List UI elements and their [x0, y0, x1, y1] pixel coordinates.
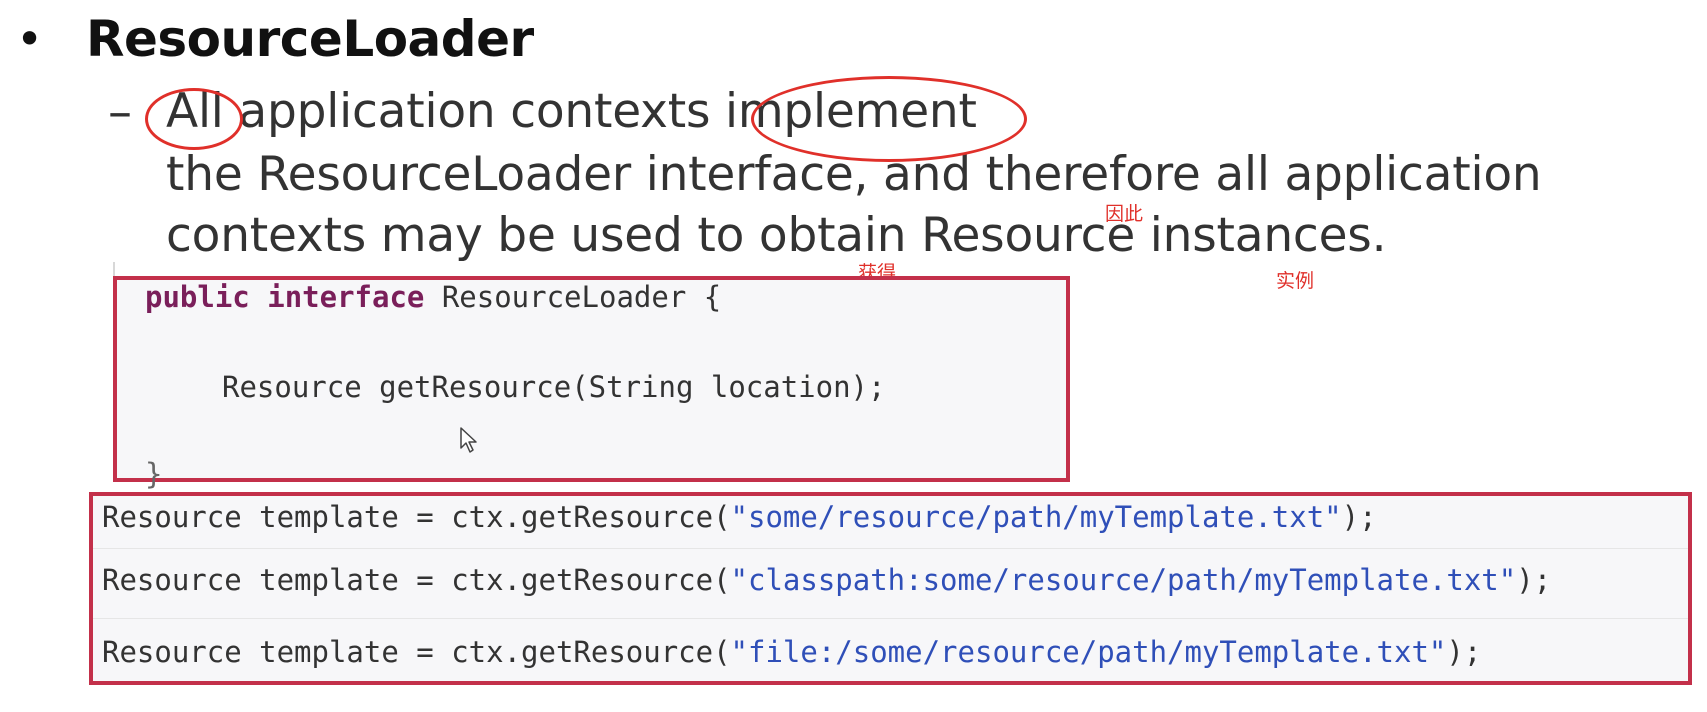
annotation-circle-all [145, 88, 243, 150]
code-row-3: Resource template = ctx.getResource("fil… [102, 634, 1481, 670]
code-row-2: Resource template = ctx.getResource("cla… [102, 562, 1551, 598]
keyword-interface: interface [267, 280, 425, 314]
annotation-circle-implement [751, 76, 1027, 162]
code-method-signature: Resource getResource(String location); [222, 370, 886, 404]
bullet-marker: • [16, 12, 44, 66]
code-suffix: ); [1446, 635, 1482, 669]
code-prefix: Resource template = ctx.getResource( [102, 635, 731, 669]
row-divider [93, 618, 1688, 619]
code-interface-declaration: public interface ResourceLoader { [145, 279, 721, 315]
code-row-1: Resource template = ctx.getResource("som… [102, 499, 1377, 535]
keyword-public: public [145, 280, 250, 314]
text-line-1-middle: application contexts [223, 84, 725, 139]
interface-name: ResourceLoader { [441, 280, 722, 314]
string-literal: "file:/some/resource/path/myTemplate.txt… [730, 635, 1447, 669]
row-divider [93, 548, 1688, 549]
code-box-edge [113, 262, 115, 276]
code-suffix: ); [1341, 500, 1377, 534]
string-literal: "some/resource/path/myTemplate.txt" [730, 500, 1342, 534]
text-line-3: contexts may be used to obtain Resource … [166, 208, 1387, 263]
annotation-therefore: 因此 [1105, 203, 1144, 225]
code-closing-brace: } [145, 457, 163, 491]
slide-heading: ResourceLoader [86, 10, 534, 68]
string-literal: "classpath:some/resource/path/myTemplate… [730, 563, 1517, 597]
code-prefix: Resource template = ctx.getResource( [102, 500, 731, 534]
sub-bullet-dash: – [108, 84, 132, 140]
mouse-pointer-icon [460, 427, 477, 453]
code-suffix: ); [1516, 563, 1552, 597]
annotation-instances: 实例 [1276, 270, 1315, 292]
code-prefix: Resource template = ctx.getResource( [102, 563, 731, 597]
